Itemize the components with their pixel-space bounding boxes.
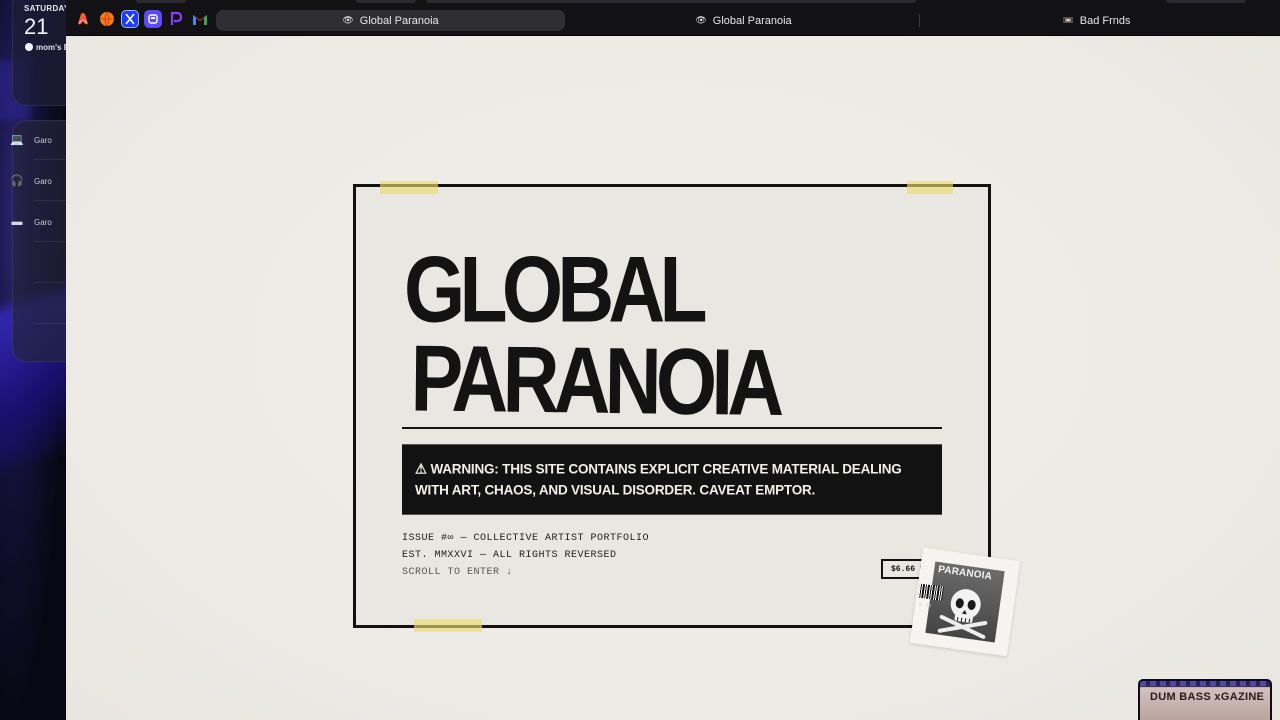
date-day-number: 21 bbox=[24, 14, 49, 39]
tab-label: Global Paranoia bbox=[359, 14, 439, 27]
device-divider bbox=[34, 241, 66, 242]
tab-strip-edge bbox=[356, 0, 416, 3]
device-label: Garo bbox=[34, 135, 52, 145]
vhs-icon: 📼 bbox=[1062, 15, 1074, 25]
scroll-to-enter-link[interactable]: SCROLL TO ENTER ↓ bbox=[402, 567, 513, 578]
tab-label: Bad Frnds bbox=[1079, 14, 1131, 27]
device-row-laptop: 💻 Garo bbox=[10, 130, 66, 150]
tape-strip bbox=[907, 181, 953, 194]
skull-crossbones-icon bbox=[937, 589, 988, 639]
est-line: EST. MMXXVI — ALL RIGHTS REVERSED bbox=[402, 550, 617, 561]
device-label: Garo bbox=[34, 217, 52, 227]
purple-app-favicon[interactable] bbox=[144, 10, 162, 28]
tab-strip-edge bbox=[136, 0, 186, 3]
tab-strip-edge bbox=[1166, 0, 1246, 3]
site-title-line-2: PARANOIA bbox=[410, 326, 780, 436]
device-divider bbox=[34, 200, 66, 201]
calendar-event-label: mom's B bbox=[36, 43, 66, 52]
barcode-number: 0 74 bbox=[918, 601, 932, 610]
calendar-event: mom's B bbox=[25, 43, 66, 52]
issue-line: ISSUE #∞ — COLLECTIVE ARTIST PORTFOLIO bbox=[402, 533, 650, 544]
device-label: Garo bbox=[34, 176, 52, 186]
tab-global-paranoia[interactable]: 👁 Global Paranoia bbox=[569, 10, 918, 31]
sticker-artwork: PARANOIA bbox=[925, 561, 1005, 643]
device-divider bbox=[34, 282, 66, 283]
earbuds-icon: 🎧 bbox=[10, 175, 24, 187]
x-favicon[interactable] bbox=[121, 10, 139, 28]
site-title-line-1: GLOBAL bbox=[404, 237, 708, 342]
case-icon: ▬ bbox=[11, 216, 23, 228]
pip-toolbar bbox=[1140, 681, 1270, 686]
arc-favicon[interactable] bbox=[74, 10, 92, 28]
device-divider bbox=[34, 159, 66, 160]
browser-tab-bar: 👁 Global Paranoia 👁 Global Paranoia 📼 Ba… bbox=[66, 0, 1280, 36]
tape-strip bbox=[414, 619, 482, 632]
eye-icon: 👁 bbox=[695, 15, 707, 25]
title-rule bbox=[402, 427, 942, 429]
device-divider bbox=[34, 323, 66, 324]
gmail-favicon[interactable] bbox=[191, 10, 209, 28]
pip-label: DUM BASS xGAZINE bbox=[1150, 691, 1265, 703]
device-row-earbuds: 🎧 Garo bbox=[10, 171, 66, 191]
tab-bad-frnds[interactable]: 📼 Bad Frnds bbox=[922, 10, 1271, 31]
tab-strip-edge bbox=[426, 0, 916, 3]
event-dot-icon bbox=[25, 43, 33, 51]
eye-icon: 👁 bbox=[342, 15, 354, 25]
p-favicon[interactable] bbox=[167, 10, 185, 28]
device-row-case: ▬ Garo bbox=[10, 212, 66, 232]
desktop-background: SATURDAY 21 mom's B 💻 Garo 🎧 Garo ▬ Garo bbox=[0, 0, 66, 720]
web-page: GLOBAL PARANOIA ⚠ WARNING: THIS SITE CON… bbox=[66, 36, 1280, 720]
cover-card: GLOBAL PARANOIA ⚠ WARNING: THIS SITE CON… bbox=[353, 181, 991, 632]
paranoia-sticker: PARANOIA 0 74 bbox=[909, 547, 1021, 657]
tab-global-paranoia-active[interactable]: 👁 Global Paranoia bbox=[216, 10, 565, 31]
tape-strip bbox=[380, 181, 438, 194]
barcode-icon bbox=[918, 583, 944, 601]
orange-circle-favicon[interactable] bbox=[98, 10, 116, 28]
pip-preview-window[interactable]: DUM BASS xGAZINE bbox=[1138, 679, 1272, 720]
tab-label: Global Paranoia bbox=[712, 14, 792, 27]
tab-divider bbox=[919, 14, 920, 27]
laptop-icon: 💻 bbox=[10, 134, 24, 146]
date-weekday: SATURDAY bbox=[24, 4, 66, 13]
warning-banner: ⚠ WARNING: THIS SITE CONTAINS EXPLICIT C… bbox=[402, 444, 942, 515]
